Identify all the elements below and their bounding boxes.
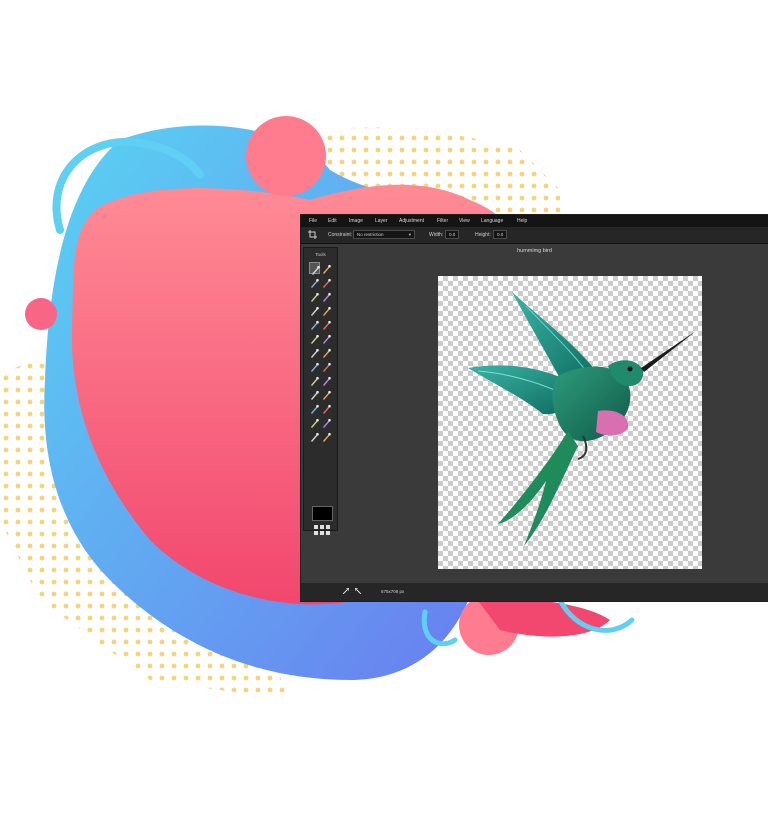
height-label: Height: [475, 232, 491, 238]
image-size-readout: 675x708 px [381, 589, 405, 594]
pink-circle-left [25, 298, 57, 330]
sponge-icon[interactable] [309, 360, 320, 372]
hand-icon[interactable] [321, 402, 332, 414]
marquee-icon[interactable] [309, 276, 320, 288]
drawing-icon[interactable] [321, 388, 332, 400]
primary-color-swatch[interactable] [312, 506, 333, 521]
move-icon[interactable] [321, 262, 332, 274]
constraint-select[interactable]: No restriction ▾ [353, 230, 415, 239]
menu-language[interactable]: Language [481, 218, 503, 224]
image-editor-window: File Edit Image Layer Adjustment Filter … [301, 215, 768, 601]
blur-icon[interactable] [321, 346, 332, 358]
sharpen-icon[interactable] [309, 346, 320, 358]
image-canvas[interactable] [438, 276, 702, 569]
eraser-icon[interactable] [321, 318, 332, 330]
width-label: Width: [429, 232, 444, 238]
document-title: hummimg bird [517, 248, 552, 254]
menu-view[interactable]: View [459, 218, 470, 224]
red-eye-icon[interactable] [309, 388, 320, 400]
burn-icon[interactable] [309, 374, 320, 386]
constraint-label: Constraint: [328, 232, 353, 238]
lasso-icon[interactable] [321, 276, 332, 288]
pencil-icon[interactable] [321, 290, 332, 302]
clone-stamp-icon[interactable] [309, 318, 320, 330]
fit-screen-icon[interactable] [343, 588, 349, 594]
gradient-icon[interactable] [309, 332, 320, 344]
status-bar: 675x708 px [301, 583, 768, 601]
crop-icon[interactable] [309, 262, 320, 275]
text-icon[interactable] [309, 402, 320, 414]
menu-bar: File Edit Image Layer Adjustment Filter … [301, 215, 768, 227]
eyedropper-icon[interactable] [321, 416, 332, 428]
menu-layer[interactable]: Layer [375, 218, 388, 224]
actual-size-icon[interactable] [355, 588, 361, 594]
constraint-select-value: No restriction [357, 232, 384, 237]
smudge-icon[interactable] [321, 332, 332, 344]
menu-adjustment[interactable]: Adjustment [399, 218, 424, 224]
menu-help[interactable]: Help [517, 218, 527, 224]
crop-icon[interactable] [308, 230, 317, 239]
menu-image[interactable]: Image [349, 218, 363, 224]
hummingbird-image [468, 292, 696, 546]
chevron-down-icon: ▾ [408, 232, 411, 237]
brush-icon[interactable] [309, 304, 320, 316]
height-input[interactable]: 0.0 [493, 230, 507, 239]
grid-icon[interactable] [313, 524, 331, 536]
menu-file[interactable]: File [309, 218, 317, 224]
tool-options-bar: Constraint: No restriction ▾ Width: 0.0 … [301, 227, 768, 244]
tools-panel: Tools [303, 247, 338, 535]
shape-icon[interactable] [309, 430, 320, 442]
width-input[interactable]: 0.0 [445, 230, 459, 239]
magic-wand-icon[interactable] [309, 290, 320, 302]
illustration-stage: File Edit Image Layer Adjustment Filter … [0, 0, 768, 819]
color-replace-icon[interactable] [321, 374, 332, 386]
paint-bucket-icon[interactable] [321, 304, 332, 316]
zoom-icon[interactable] [309, 416, 320, 428]
menu-filter[interactable]: Filter [437, 218, 448, 224]
dodge-icon[interactable] [321, 360, 332, 372]
pink-circle-top [246, 116, 326, 196]
tool-grid [309, 262, 333, 444]
menu-edit[interactable]: Edit [328, 218, 337, 224]
heal-icon[interactable] [321, 430, 332, 442]
